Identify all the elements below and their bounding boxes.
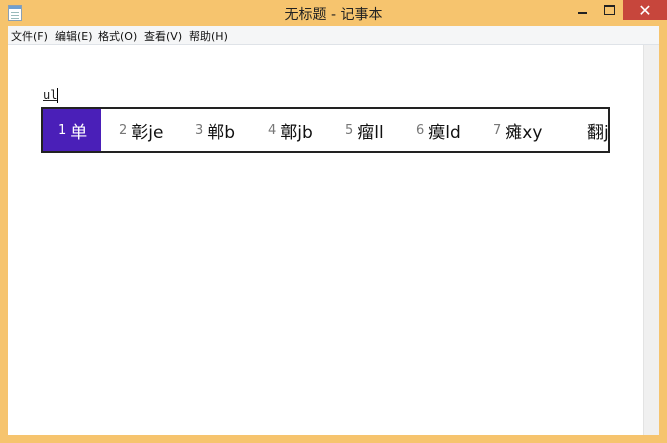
minimize-icon [578,12,587,14]
text-editor[interactable] [8,45,643,435]
vertical-scrollbar[interactable] [643,45,659,435]
maximize-icon [604,5,615,15]
window-bottom-border [0,435,667,443]
menu-format[interactable]: 格式(O) [98,28,137,44]
candidate-number: 5 [345,122,354,138]
candidate-text: 单 [70,122,88,143]
candidate-text: 瘼ld [428,122,461,143]
candidate-number: 6 [416,122,425,138]
candidate-4[interactable]: 4 鄣jb [268,109,313,151]
candidate-text: 瘤ll [357,122,384,143]
window-title: 无标题 - 记事本 [284,7,383,23]
ime-composition-text: ul [43,88,58,102]
candidate-6[interactable]: 6 瘼ld [416,109,461,151]
close-button[interactable]: ✕ [623,0,667,20]
candidate-number: 7 [493,122,502,138]
menu-file[interactable]: 文件(F) [11,28,48,44]
candidate-text: 鄣jb [280,122,313,143]
candidate-number: 3 [195,122,204,138]
candidate-text: 翻ji [587,122,609,143]
menu-help[interactable]: 帮助(H) [189,28,228,44]
menu-bar: 文件(F) 编辑(E) 格式(O) 查看(V) 帮助(H) [8,26,659,45]
candidate-text: 郸b [207,122,236,143]
candidate-5[interactable]: 5 瘤ll [345,109,384,151]
candidate-number: 2 [119,122,128,138]
text-caret [57,88,58,103]
candidate-7[interactable]: 7 瘫xy [493,109,542,151]
candidate-8[interactable]: 翻ji [583,109,609,151]
ime-candidate-window: 1 单 2 彰je 3 郸b 4 鄣jb 5 瘤ll 6 瘼ld 7 瘫xy 翻… [41,107,610,153]
candidate-3[interactable]: 3 郸b [195,109,235,151]
candidate-text: 瘫xy [505,122,543,143]
menu-edit[interactable]: 编辑(E) [55,28,93,44]
maximize-button[interactable] [596,0,623,20]
title-bar[interactable]: 无标题 - 记事本 ✕ [0,0,667,26]
candidate-text: 彰je [131,122,164,143]
candidate-1[interactable]: 1 单 [43,109,101,151]
candidate-number: 1 [58,122,67,138]
candidate-2[interactable]: 2 彰je [119,109,163,151]
notepad-window: 无标题 - 记事本 ✕ 文件(F) 编辑(E) 格式(O) 查看(V) 帮助(H… [0,0,667,443]
minimize-button[interactable] [569,0,596,20]
candidate-number: 4 [268,122,277,138]
menu-view[interactable]: 查看(V) [144,28,182,44]
close-icon: ✕ [638,0,652,20]
